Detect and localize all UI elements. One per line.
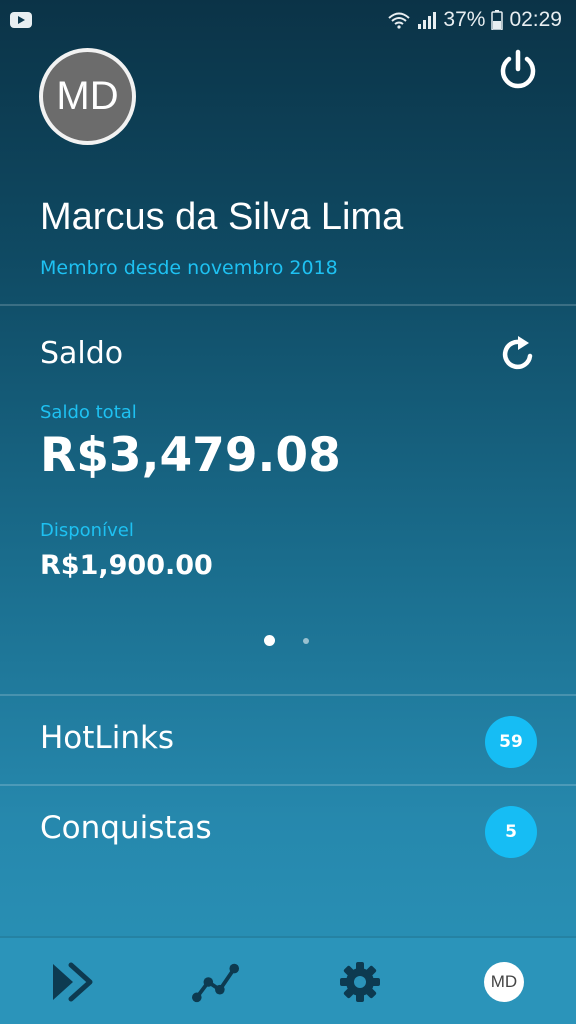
nav-forward[interactable] [48,958,96,1006]
page-dot-active[interactable] [264,635,275,646]
profile-avatar: MD [484,962,524,1002]
balance-title: Saldo [40,336,124,371]
battery-percent: 37% [443,8,486,31]
list-item-label: Conquistas [40,810,212,846]
available-balance-label: Disponível [40,520,134,541]
refresh-icon [502,336,533,370]
total-balance-value: R$3,479.08 [40,428,341,483]
power-button[interactable] [496,48,540,92]
battery-icon [491,10,504,30]
page-indicator [0,630,576,650]
signal-icon [417,11,437,29]
nav-settings[interactable] [336,958,384,1006]
member-since: Membro desde novembro 2018 [40,257,338,279]
bottom-nav: MD [0,936,576,1024]
gear-icon [340,962,380,1002]
nav-stats[interactable] [192,958,240,1006]
list-item-label: HotLinks [40,720,175,756]
user-name: Marcus da Silva Lima [40,196,404,238]
power-icon [500,49,536,89]
total-balance-label: Saldo total [40,402,137,423]
status-bar: 37% 02:29 [0,0,576,40]
wifi-icon [387,11,411,29]
refresh-button[interactable] [498,334,538,374]
count-badge: 59 [485,716,537,768]
nav-profile[interactable]: MD [480,958,528,1006]
avatar: MD [39,48,136,145]
youtube-icon [10,12,32,28]
clock: 02:29 [509,8,562,31]
chart-line-icon [192,963,240,1003]
page-dot[interactable] [303,638,309,644]
available-balance-value: R$1,900.00 [40,550,213,581]
list-item-hotlinks[interactable]: HotLinks 59 [0,696,576,784]
forward-icon [53,962,93,1002]
divider [0,304,576,306]
list-item-conquistas[interactable]: Conquistas 5 [0,786,576,874]
count-badge: 5 [485,806,537,858]
